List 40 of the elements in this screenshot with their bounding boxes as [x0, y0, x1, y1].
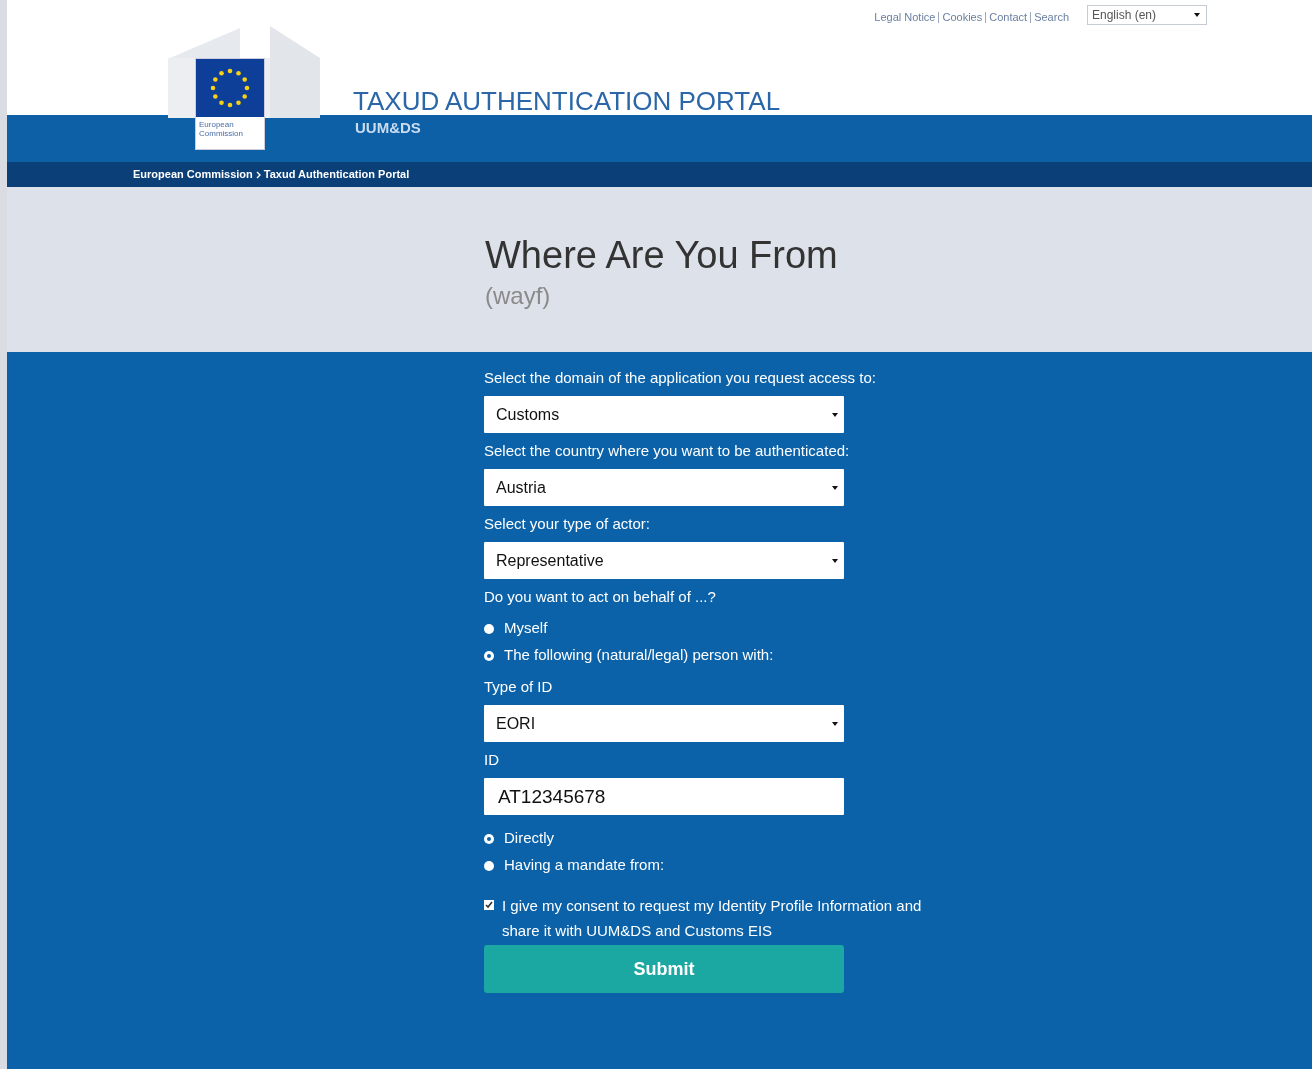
- logo-text: European Commission: [198, 119, 244, 140]
- breadcrumb-link[interactable]: Taxud Authentication Portal: [263, 166, 410, 183]
- top-link[interactable]: Cookies: [938, 12, 986, 23]
- select-field[interactable]: EORI: [484, 705, 844, 742]
- caret-icon: [832, 720, 838, 727]
- page-title: Where Are You From: [485, 233, 839, 278]
- top-link[interactable]: Contact: [985, 12, 1031, 23]
- field-label: Select your type of actor:: [484, 514, 650, 534]
- top-link[interactable]: Legal Notice: [871, 12, 939, 23]
- radio-label: Directly: [504, 828, 554, 849]
- field-label: ID: [484, 750, 499, 770]
- page-subtitle: (wayf): [485, 281, 552, 311]
- radio-label: Myself: [504, 618, 548, 639]
- checkbox[interactable]: [484, 900, 494, 910]
- breadcrumb-link[interactable]: European Commission: [133, 166, 253, 183]
- radio-label: Having a mandate from:: [504, 855, 665, 876]
- select-field[interactable]: Customs: [484, 396, 844, 433]
- radio-button[interactable]: [484, 623, 494, 634]
- text-field[interactable]: AT12345678: [484, 778, 844, 815]
- radio-label: The following (natural/legal) person with:: [504, 645, 774, 666]
- radio-button[interactable]: [484, 860, 494, 871]
- field-label: Type of ID: [484, 677, 553, 697]
- top-link[interactable]: Search: [1030, 12, 1072, 23]
- select-field[interactable]: Representative: [484, 542, 844, 579]
- caret-icon: [832, 411, 838, 418]
- field-label: Select the domain of the application you request access to:: [484, 368, 876, 388]
- caret-icon: [832, 484, 838, 491]
- select-field[interactable]: Austria: [484, 469, 844, 506]
- field-label: Select the country where you want to be authenticated:: [484, 441, 850, 461]
- radio-button[interactable]: [484, 650, 494, 661]
- language-select[interactable]: English (en): [1087, 5, 1207, 25]
- portal-title: TAXUD AUTHENTICATION PORTAL: [353, 85, 781, 118]
- chevron-icon: [255, 170, 261, 179]
- portal-subtitle: UUM&DS: [355, 118, 421, 138]
- caret-icon: [832, 557, 838, 564]
- consent-label: I give my consent to request my Identity Profile Information and share it with UUM&DS and Customs EIS: [502, 896, 923, 941]
- field-label: Do you want to act on behalf of ...?: [484, 587, 716, 607]
- radio-button[interactable]: [484, 833, 494, 844]
- caret-icon: [1194, 12, 1200, 18]
- eu-flag-icon: [196, 59, 264, 117]
